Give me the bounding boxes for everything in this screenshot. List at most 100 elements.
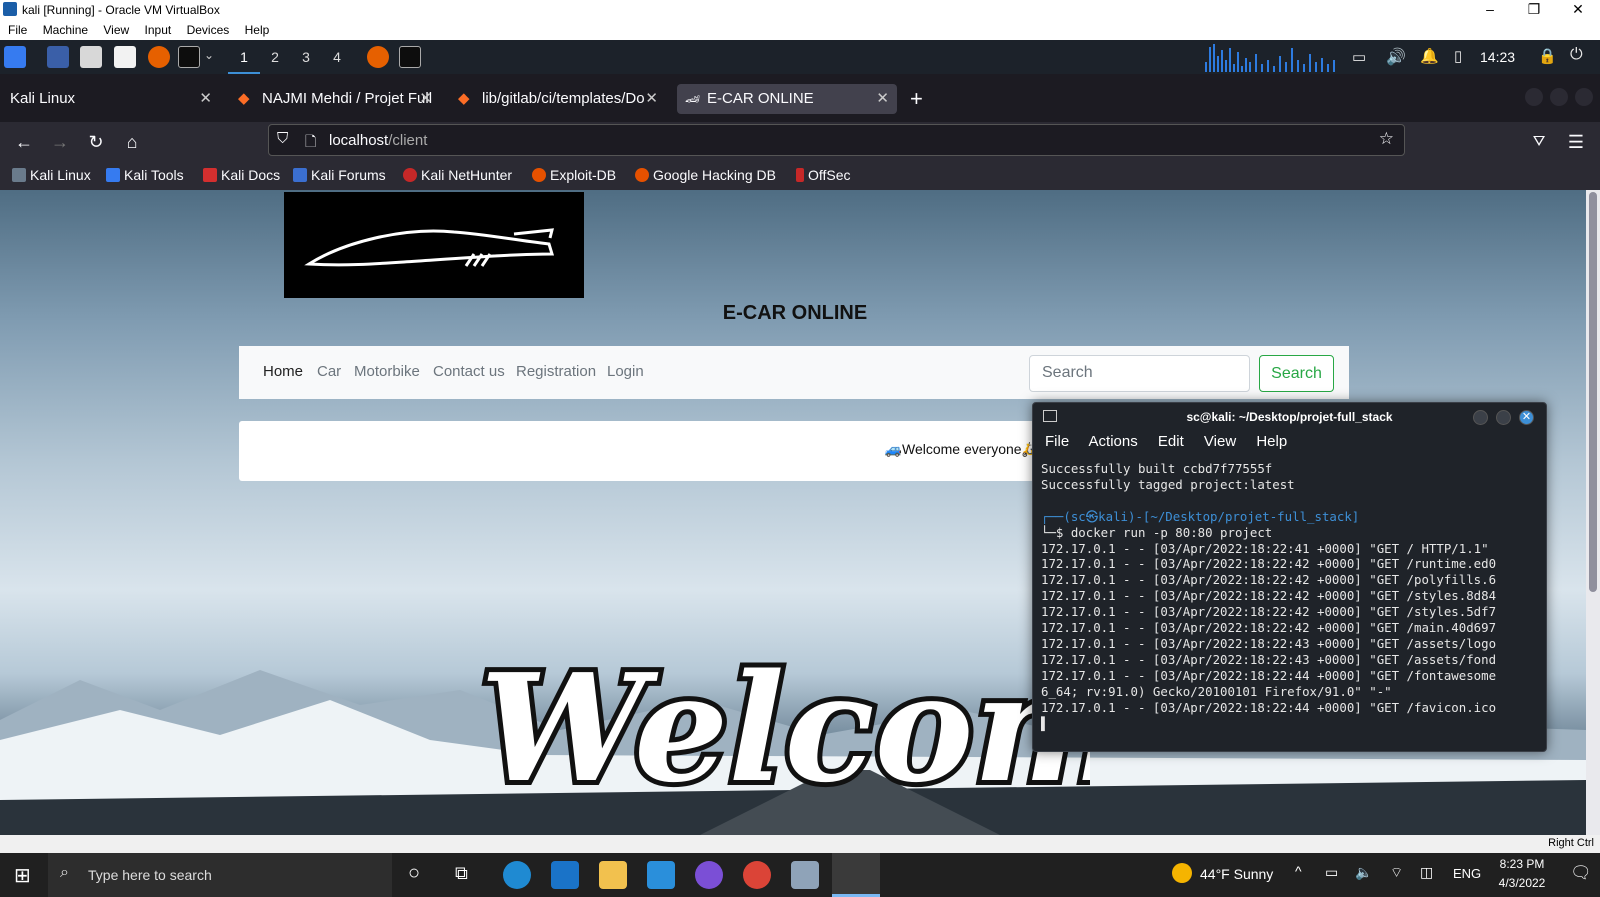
vbox-menu-help[interactable]: Help bbox=[245, 20, 270, 40]
workspace-3[interactable]: 3 bbox=[290, 40, 322, 74]
kali-menu-icon[interactable] bbox=[4, 46, 26, 68]
page-scrollbar[interactable] bbox=[1586, 190, 1600, 835]
bookmark-star-icon[interactable]: ☆ bbox=[1379, 129, 1394, 149]
virtualbox-running-icon[interactable] bbox=[832, 853, 880, 897]
cortana-icon[interactable]: ○ bbox=[408, 862, 420, 885]
windows-start-icon[interactable]: ⊞ bbox=[14, 863, 31, 888]
bookmark-kali-docs[interactable]: Kali Docs bbox=[203, 167, 280, 183]
notification-center-icon[interactable]: 🗨 bbox=[1570, 863, 1592, 883]
vbox-menu-devices[interactable]: Devices bbox=[187, 20, 230, 40]
text-editor-icon[interactable] bbox=[114, 46, 136, 68]
battery-tray-icon[interactable]: ▭ bbox=[1325, 864, 1338, 881]
terminal-menu-actions[interactable]: Actions bbox=[1089, 433, 1138, 450]
workspace-2[interactable]: 2 bbox=[259, 40, 291, 74]
panel-clock[interactable]: 14:23 bbox=[1480, 40, 1515, 74]
search-button[interactable]: Search bbox=[1259, 355, 1334, 392]
taskbar-search-box[interactable]: ⌕ Type here to search bbox=[48, 853, 392, 897]
close-tab-icon[interactable]: ✕ bbox=[876, 84, 889, 114]
restore-icon[interactable]: ❐ bbox=[1512, 0, 1556, 18]
terminal-launcher-icon[interactable] bbox=[178, 46, 200, 68]
site-logo[interactable] bbox=[284, 192, 584, 298]
vbox-menu-input[interactable]: Input bbox=[145, 20, 172, 40]
firefox-window-icon[interactable] bbox=[367, 46, 389, 68]
bookmark-kali-forums[interactable]: Kali Forums bbox=[293, 167, 386, 183]
bookmark-exploit-db[interactable]: Exploit-DB bbox=[532, 167, 616, 183]
file-explorer-icon[interactable] bbox=[599, 861, 627, 889]
hamburger-menu-icon[interactable]: ☰ bbox=[1562, 128, 1590, 156]
bookmark-google-hacking-db[interactable]: Google Hacking DB bbox=[635, 167, 776, 183]
vbox-menu-view[interactable]: View bbox=[103, 20, 129, 40]
reload-icon[interactable]: ↻ bbox=[82, 128, 110, 156]
show-desktop-icon[interactable] bbox=[47, 46, 69, 68]
bookmark-kali-tools[interactable]: Kali Tools bbox=[106, 167, 184, 183]
battery-icon[interactable]: ▯ bbox=[1454, 47, 1462, 65]
search-input[interactable]: Search bbox=[1029, 355, 1250, 392]
file-manager-icon[interactable] bbox=[80, 46, 102, 68]
terminal-window[interactable]: sc@kali: ~/Desktop/projet-full_stack ✕ F… bbox=[1032, 402, 1547, 752]
forward-arrow-icon[interactable]: → bbox=[46, 128, 74, 156]
page-icon[interactable]: 🗋 bbox=[305, 131, 316, 155]
back-arrow-icon[interactable]: ← bbox=[10, 128, 38, 156]
close-tab-icon[interactable]: ✕ bbox=[645, 84, 658, 114]
terminal-close-icon[interactable]: ✕ bbox=[1519, 410, 1534, 425]
terminal-window-icon[interactable] bbox=[399, 46, 421, 68]
tab-e-car-online[interactable]: 🏎 E-CAR ONLINE ✕ bbox=[677, 84, 897, 114]
terminal-menu-edit[interactable]: Edit bbox=[1158, 433, 1184, 450]
display-icon[interactable]: ▭ bbox=[1352, 48, 1366, 66]
tab-kali-linux[interactable]: Kali Linux ✕ bbox=[0, 84, 220, 114]
terminal-menu-help[interactable]: Help bbox=[1256, 433, 1287, 450]
virtualbox-cube-icon[interactable] bbox=[791, 861, 819, 889]
workspace-4[interactable]: 4 bbox=[321, 40, 353, 74]
close-icon[interactable]: ✕ bbox=[1556, 0, 1600, 18]
home-icon[interactable]: ⌂ bbox=[118, 128, 146, 156]
nav-registration[interactable]: Registration bbox=[516, 363, 596, 380]
scrollbar-thumb[interactable] bbox=[1589, 192, 1597, 592]
bookmark-kali-linux[interactable]: Kali Linux bbox=[12, 167, 91, 183]
speaker-tray-icon[interactable]: 🔈 bbox=[1355, 864, 1372, 881]
taskbar-date[interactable]: 4/3/2022 bbox=[1492, 876, 1552, 890]
nav-home[interactable]: Home bbox=[263, 363, 303, 380]
chevron-up-icon[interactable]: ^ bbox=[1295, 863, 1302, 879]
tab-gitlab-templates[interactable]: ◆ lib/gitlab/ci/templates/Do ✕ bbox=[450, 84, 666, 114]
terminal-menu-view[interactable]: View bbox=[1204, 433, 1236, 450]
window-minimize-icon[interactable] bbox=[1525, 88, 1543, 106]
language-indicator[interactable]: ENG bbox=[1453, 866, 1481, 881]
notifications-bell-icon[interactable]: 🔔 bbox=[1420, 47, 1439, 65]
new-tab-button[interactable]: + bbox=[910, 86, 923, 112]
pocket-icon[interactable]: ⛛ bbox=[1525, 128, 1553, 156]
firefox-launcher-icon[interactable] bbox=[148, 46, 170, 68]
shield-icon[interactable]: ⛉ bbox=[277, 130, 288, 147]
window-close-icon[interactable] bbox=[1575, 88, 1593, 106]
terminal-menu-file[interactable]: File bbox=[1045, 433, 1069, 450]
url-bar[interactable]: ⛉ 🗋 localhost/client ☆ bbox=[268, 124, 1405, 156]
close-tab-icon[interactable]: ✕ bbox=[199, 84, 212, 114]
vbox-menu-file[interactable]: File bbox=[8, 20, 27, 40]
volume-icon[interactable]: 🔊 bbox=[1386, 47, 1406, 67]
nav-login[interactable]: Login bbox=[607, 363, 644, 380]
bookmark-offsec[interactable]: OffSec bbox=[796, 167, 851, 183]
nav-motorbike[interactable]: Motorbike bbox=[354, 363, 420, 380]
edge-icon[interactable] bbox=[503, 861, 531, 889]
close-tab-icon[interactable]: ✕ bbox=[419, 84, 432, 114]
window-maximize-icon[interactable] bbox=[1550, 88, 1568, 106]
taskbar-time[interactable]: 8:23 PM bbox=[1497, 857, 1547, 871]
vscode-icon[interactable] bbox=[551, 861, 579, 889]
weather-label[interactable]: 44°F Sunny bbox=[1200, 866, 1273, 882]
vbox-menu-machine[interactable]: Machine bbox=[43, 20, 88, 40]
terminal-output[interactable]: Successfully built ccbd7f77555f Successfu… bbox=[1041, 461, 1531, 746]
terminal-maximize-icon[interactable] bbox=[1496, 410, 1511, 425]
minimize-icon[interactable]: – bbox=[1468, 0, 1512, 18]
discord-icon[interactable] bbox=[695, 861, 723, 889]
task-view-icon[interactable]: ⧉ bbox=[455, 863, 468, 884]
terminal-minimize-icon[interactable] bbox=[1473, 410, 1488, 425]
mail-icon[interactable] bbox=[647, 861, 675, 889]
wifi-tray-icon[interactable]: ⌔ bbox=[1390, 864, 1403, 882]
chrome-icon[interactable] bbox=[743, 861, 771, 889]
tab-najmi-projet[interactable]: ◆ NAJMI Mehdi / Projet Full ✕ bbox=[230, 84, 440, 114]
bookmark-kali-nethunter[interactable]: Kali NetHunter bbox=[403, 167, 512, 183]
nav-car[interactable]: Car bbox=[317, 363, 341, 380]
workspace-1[interactable]: 1 bbox=[228, 40, 260, 74]
meet-now-icon[interactable]: ◫ bbox=[1420, 864, 1433, 881]
nav-contact-us[interactable]: Contact us bbox=[433, 363, 505, 380]
chevron-down-icon[interactable]: ⌄ bbox=[204, 48, 214, 62]
